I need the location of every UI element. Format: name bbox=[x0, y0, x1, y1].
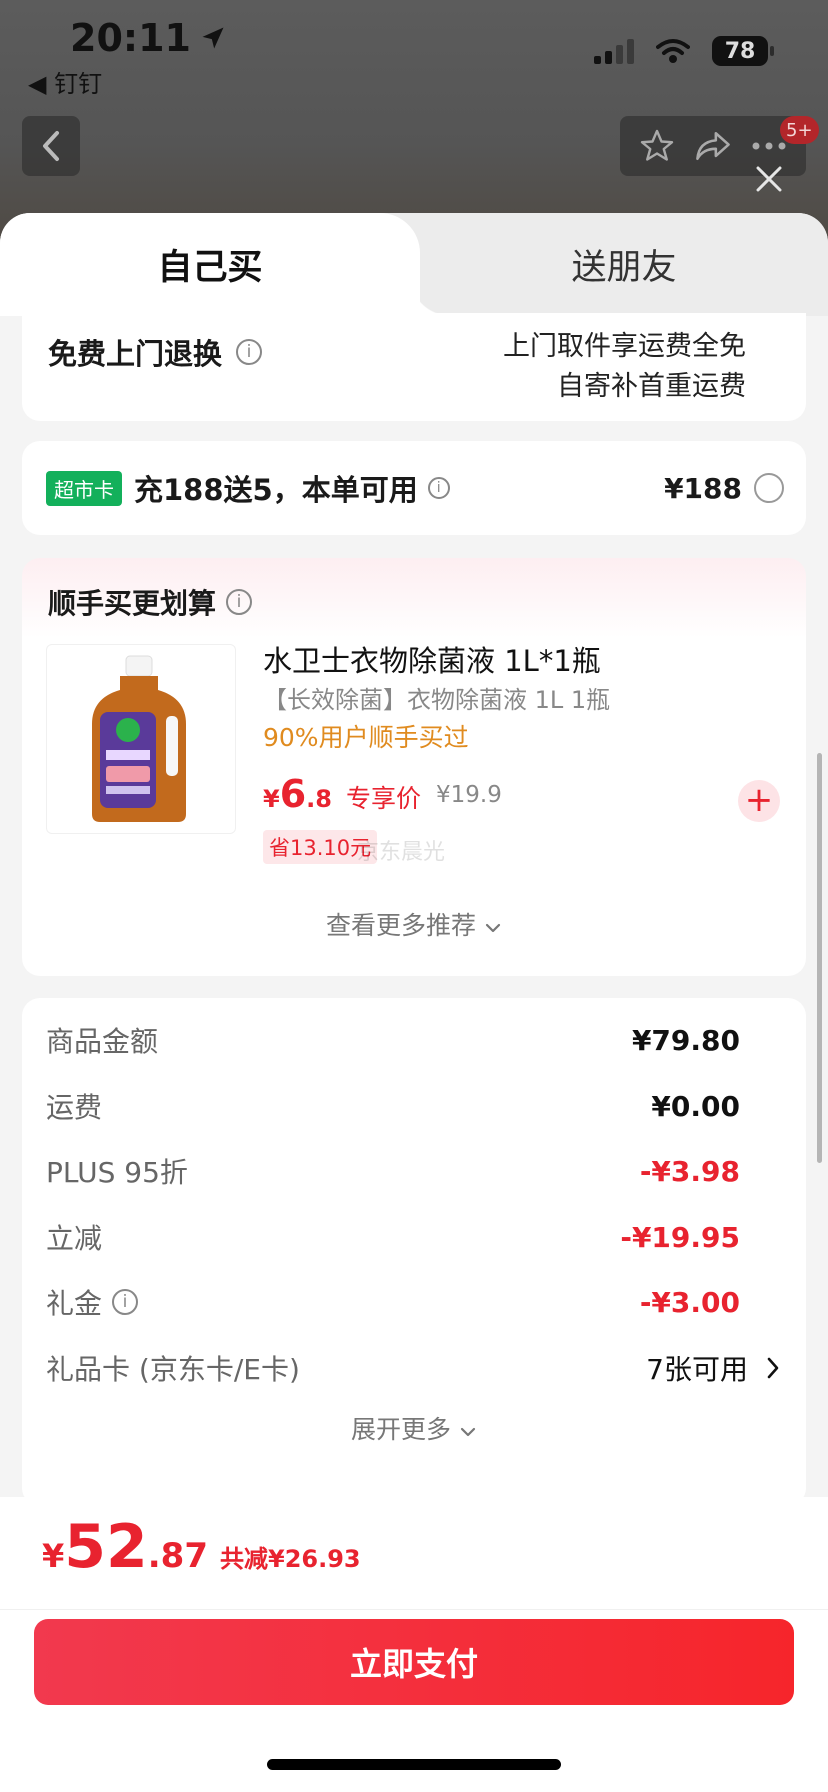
star-icon[interactable] bbox=[639, 128, 675, 164]
back-button[interactable] bbox=[22, 116, 80, 176]
summary-value: 7张可用 bbox=[646, 1353, 748, 1386]
summary-label: 礼品卡 (京东卡/E卡) bbox=[46, 1353, 300, 1386]
tab-gift-friend[interactable]: 送朋友 bbox=[420, 213, 828, 316]
summary-value: -¥3.98 bbox=[639, 1154, 740, 1188]
tab-buy-self[interactable]: 自己买 bbox=[0, 213, 450, 316]
summary-row: 商品金额 ¥79.80 bbox=[46, 1020, 740, 1060]
return-service-detail: 上门取件享运费全免 自寄补首重运费 bbox=[503, 327, 746, 407]
watermark: 京东晨光 bbox=[357, 840, 446, 865]
location-arrow-icon bbox=[202, 27, 224, 49]
share-icon[interactable] bbox=[694, 129, 732, 163]
summary-value: ¥79.80 bbox=[631, 1023, 740, 1057]
product-subtitle: 【长效除菌】衣物除菌液 1L 1瓶 bbox=[263, 686, 611, 714]
product-hint: 90%用户顺手买过 bbox=[263, 723, 469, 752]
summary-label: 商品金额 bbox=[46, 1025, 159, 1058]
return-detail-line2: 自寄补首重运费 bbox=[557, 371, 746, 402]
supermarket-card-offer[interactable]: 超市卡 充188送5，本单可用 i ¥188 bbox=[22, 441, 806, 535]
summary-label: 立减 bbox=[46, 1222, 103, 1255]
disinfectant-bottle-icon bbox=[92, 655, 186, 822]
supermarket-badge: 超市卡 bbox=[46, 470, 122, 506]
return-service-card: 免费上门退换 i 上门取件享运费全免 自寄补首重运费 bbox=[22, 313, 806, 421]
expand-more-label: 展开更多 bbox=[351, 1415, 452, 1444]
return-service-label: 免费上门退换 bbox=[48, 337, 223, 371]
message-badge: 5+ bbox=[780, 116, 819, 144]
chevron-down-icon bbox=[485, 923, 501, 933]
recommend-title: 顺手买更划算 i bbox=[48, 582, 253, 622]
status-time: 20:11 bbox=[70, 16, 227, 60]
total-decimal: .87 bbox=[147, 1536, 208, 1576]
more-icon[interactable] bbox=[751, 141, 787, 151]
supermarket-price: ¥188 bbox=[664, 471, 742, 505]
price-currency: ¥ bbox=[263, 785, 280, 813]
chevron-down-icon bbox=[460, 1427, 476, 1437]
return-service-title: 免费上门退换 i bbox=[48, 331, 263, 373]
summary-row: 立减 -¥19.95 bbox=[46, 1217, 740, 1257]
signal-icon bbox=[594, 38, 634, 64]
total-currency: ¥ bbox=[42, 1537, 65, 1575]
summary-row: PLUS 95折 -¥3.98 bbox=[46, 1151, 740, 1191]
footer-divider bbox=[0, 1609, 828, 1610]
background-page: 20:11 ◀ 钉钉 78 5+ bbox=[0, 0, 828, 240]
gift-card-value: 7张可用 bbox=[646, 1348, 780, 1388]
info-icon[interactable]: i bbox=[112, 1289, 139, 1315]
purchase-tabs: 送朋友 自己买 bbox=[0, 213, 828, 316]
price-decimal: .8 bbox=[306, 785, 332, 813]
product-price: ¥ 6 .8 专享价 bbox=[263, 772, 421, 816]
chevron-right-icon bbox=[767, 1357, 779, 1379]
tab-buy-self-label: 自己买 bbox=[157, 248, 263, 288]
wifi-icon bbox=[656, 39, 690, 63]
recommend-card: 顺手买更划算 i 水卫士衣物除菌液 1L*1瓶 【长效除菌】衣物除菌液 1L 1… bbox=[22, 558, 806, 976]
clock-text: 20:11 bbox=[70, 16, 191, 60]
more-recommend-label: 查看更多推荐 bbox=[326, 911, 477, 940]
gift-card-row[interactable]: 礼品卡 (京东卡/E卡) 7张可用 bbox=[46, 1348, 780, 1388]
total-reduce[interactable]: 共减¥26.93 bbox=[220, 1539, 361, 1574]
summary-row: 礼金 i -¥3.00 bbox=[46, 1282, 740, 1322]
info-icon[interactable]: i bbox=[236, 339, 263, 365]
summary-value: -¥3.00 bbox=[639, 1285, 740, 1319]
close-icon[interactable] bbox=[752, 162, 786, 196]
status-indicators: 78 bbox=[594, 36, 774, 66]
home-indicator bbox=[267, 1759, 561, 1770]
add-to-order-button[interactable]: + bbox=[738, 780, 780, 822]
order-total: ¥ 52 .87 共减¥26.93 bbox=[42, 1517, 361, 1577]
recommend-title-label: 顺手买更划算 bbox=[48, 587, 217, 620]
chevron-left-icon bbox=[43, 131, 59, 161]
info-icon[interactable]: i bbox=[427, 477, 450, 499]
summary-value: ¥0.00 bbox=[651, 1089, 740, 1123]
original-price: ¥19.9 bbox=[436, 782, 502, 808]
product-name[interactable]: 水卫士衣物除菌液 1L*1瓶 bbox=[263, 638, 601, 680]
pay-now-button[interactable]: 立即支付 bbox=[34, 1619, 794, 1705]
price-integer: 6 bbox=[279, 772, 307, 816]
back-to-app[interactable]: ◀ 钉钉 bbox=[28, 64, 102, 99]
summary-label: 礼金 bbox=[46, 1287, 103, 1320]
summary-label-with-info: 礼金 i bbox=[46, 1282, 139, 1322]
price-summary-card: 商品金额 ¥79.80 运费 ¥0.00 PLUS 95折 -¥3.98 立减 … bbox=[22, 998, 806, 1506]
more-recommend-link[interactable]: 查看更多推荐 bbox=[22, 906, 806, 942]
summary-label: 运费 bbox=[46, 1091, 103, 1124]
scrollbar[interactable] bbox=[817, 753, 822, 1163]
return-detail-line1: 上门取件享运费全免 bbox=[503, 331, 746, 362]
summary-value: -¥19.95 bbox=[620, 1220, 740, 1254]
status-bar: 20:11 ◀ 钉钉 78 bbox=[0, 0, 828, 100]
battery-icon: 78 bbox=[712, 36, 774, 66]
supermarket-offer-text: 充188送5，本单可用 bbox=[134, 473, 418, 507]
total-integer: 52 bbox=[64, 1512, 148, 1582]
price-tag: 专享价 bbox=[345, 784, 421, 813]
summary-row: 运费 ¥0.00 bbox=[46, 1086, 740, 1126]
supermarket-radio[interactable] bbox=[754, 473, 784, 503]
info-icon[interactable]: i bbox=[226, 589, 253, 615]
checkout-footer: ¥ 52 .87 共减¥26.93 立即支付 bbox=[0, 1497, 828, 1792]
summary-label: PLUS 95折 bbox=[46, 1156, 188, 1189]
product-image[interactable] bbox=[46, 644, 236, 834]
expand-more-link[interactable]: 展开更多 bbox=[22, 1410, 806, 1446]
